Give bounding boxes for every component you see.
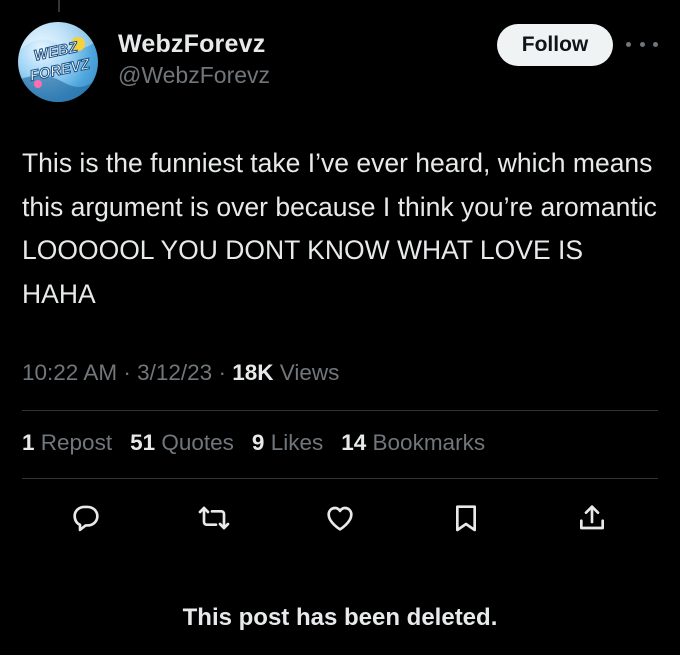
- repost-button[interactable]: [196, 500, 232, 536]
- stat-label: Likes: [270, 430, 324, 455]
- views-label: Views: [279, 360, 340, 385]
- reply-button[interactable]: [68, 500, 104, 536]
- stat-count: 14: [341, 430, 367, 455]
- stat-likes[interactable]: 9 Likes: [252, 430, 323, 456]
- tweet-time[interactable]: 10:22 AM: [22, 360, 117, 385]
- tweet-meta: 10:22 AM · 3/12/23 · 18K Views: [22, 360, 339, 386]
- stat-quotes[interactable]: 51 Quotes: [130, 430, 234, 456]
- stat-count: 51: [130, 430, 156, 455]
- divider: [22, 478, 658, 479]
- deleted-notice: This post has been deleted.: [182, 604, 498, 631]
- more-options-button[interactable]: [626, 34, 658, 54]
- tweet-text: This is the funniest take I’ve ever hear…: [22, 148, 657, 309]
- follow-button[interactable]: Follow: [497, 24, 613, 66]
- engagement-stats: 1 Repost 51 Quotes 9 Likes 14 Bookmarks: [22, 430, 485, 456]
- more-horizontal-icon: [626, 41, 631, 47]
- avatar[interactable]: WEBZ FOREVZ: [18, 22, 98, 102]
- stat-label: Quotes: [161, 430, 234, 455]
- stat-reposts[interactable]: 1 Repost: [22, 430, 112, 456]
- reply-icon: [73, 505, 99, 532]
- webzforevz-logo-avatar-icon: WEBZ FOREVZ: [18, 22, 98, 102]
- like-icon: [327, 506, 353, 531]
- user-handle[interactable]: @WebzForevz: [118, 62, 270, 89]
- bookmark-icon: [456, 505, 476, 532]
- display-name[interactable]: WebzForevz: [118, 30, 265, 59]
- meta-separator: ·: [218, 360, 226, 385]
- stat-label: Bookmarks: [372, 430, 486, 455]
- thread-connector-line: [58, 0, 60, 12]
- action-bar: [0, 500, 680, 538]
- share-button[interactable]: [574, 500, 610, 536]
- bookmark-button[interactable]: [448, 500, 484, 536]
- meta-separator: ·: [123, 360, 131, 385]
- stat-count: 9: [251, 430, 265, 455]
- tweet-date[interactable]: 3/12/23: [137, 360, 212, 385]
- stat-count: 1: [22, 430, 35, 455]
- share-icon: [580, 505, 604, 530]
- stat-bookmarks[interactable]: 14 Bookmarks: [341, 430, 485, 456]
- divider: [22, 410, 658, 411]
- views-count: 18K: [232, 360, 274, 385]
- stat-label: Repost: [40, 430, 113, 455]
- like-button[interactable]: [322, 500, 358, 536]
- repost-icon: [198, 506, 230, 530]
